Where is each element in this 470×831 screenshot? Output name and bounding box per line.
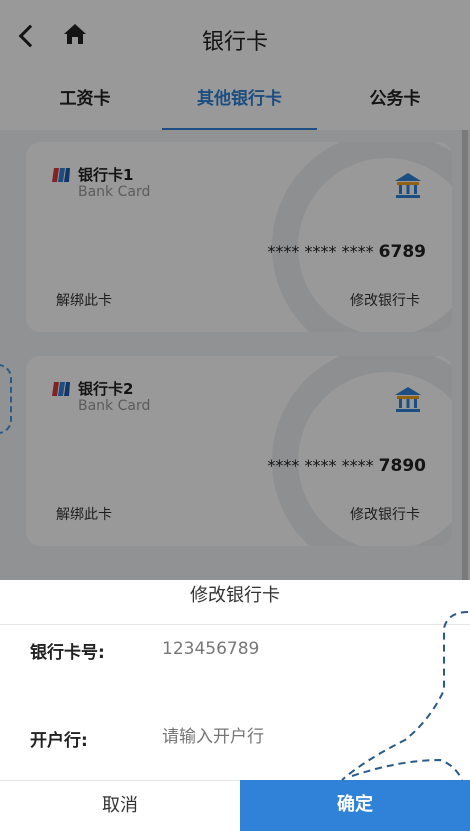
app-screen: 银行卡 工资卡 其他银行卡 公务卡 银行卡1 Bank Card **** **… xyxy=(0,0,470,831)
modal-backdrop[interactable] xyxy=(0,0,470,580)
edit-card-dialog: 修改银行卡 银行卡号: 开户行: 取消 确定 xyxy=(0,580,470,831)
dialog-title: 修改银行卡 xyxy=(190,585,280,606)
cancel-button[interactable]: 取消 xyxy=(0,780,240,831)
bank-name-field[interactable] xyxy=(162,724,432,750)
bank-label: 开户行: xyxy=(30,731,88,751)
card-number-label: 银行卡号: xyxy=(30,643,105,663)
dialog-divider xyxy=(0,624,470,625)
card-number-field[interactable] xyxy=(162,636,432,662)
confirm-button[interactable]: 确定 xyxy=(240,780,470,831)
annotation-bracket xyxy=(0,364,12,434)
